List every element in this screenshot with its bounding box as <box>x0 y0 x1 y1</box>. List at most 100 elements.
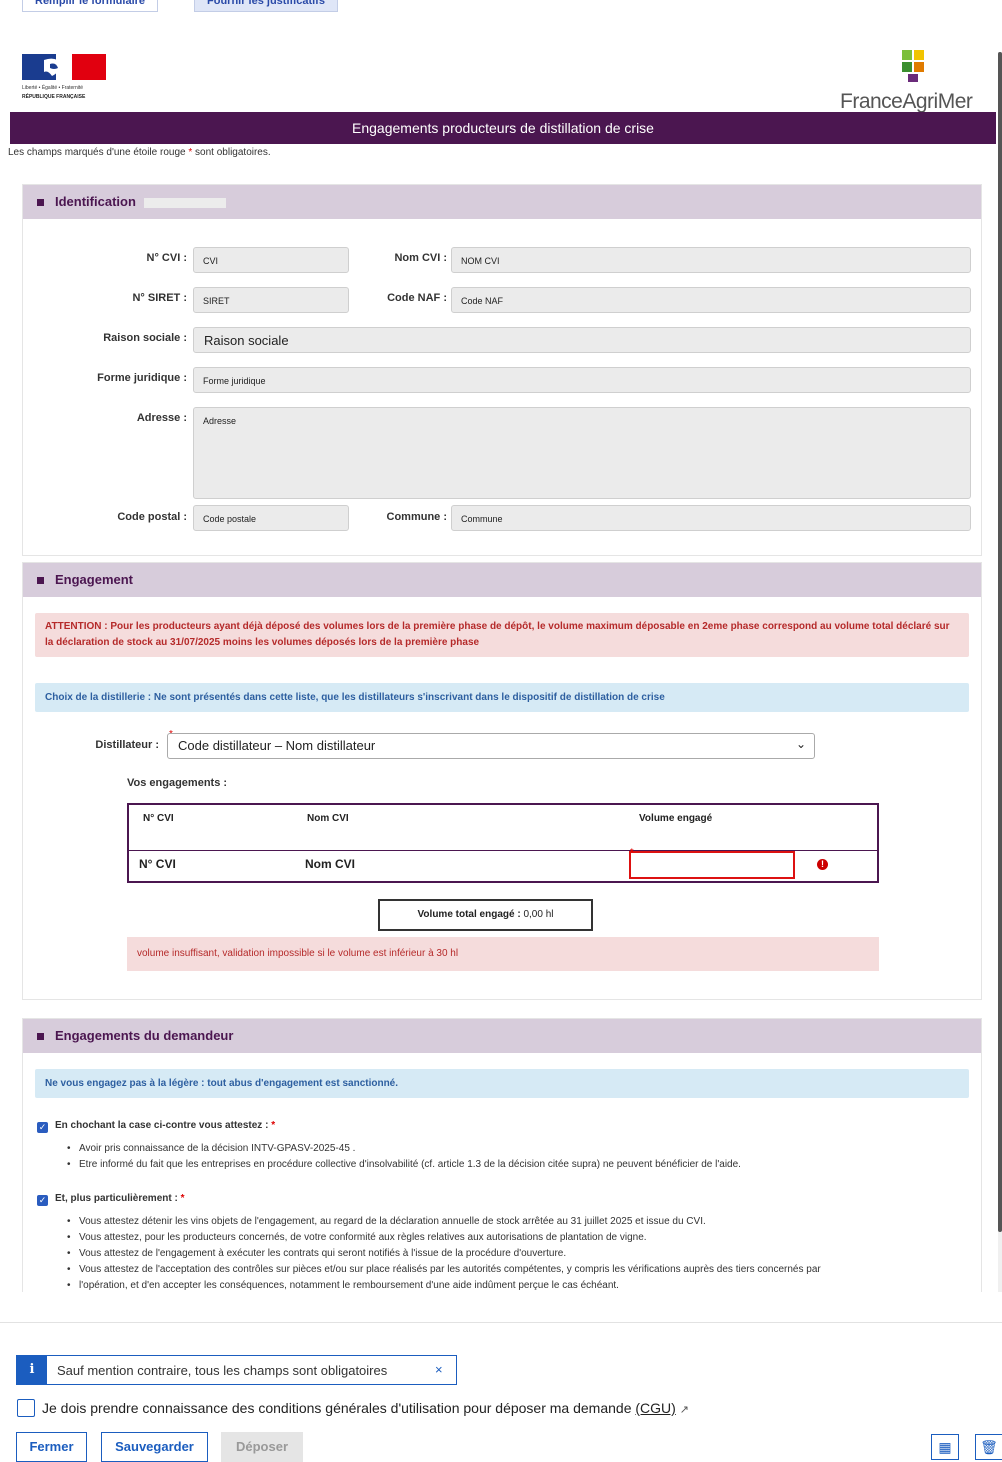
forme-juridique-label: Forme juridique : <box>97 372 187 384</box>
raison-sociale-label: Raison sociale : <box>103 332 187 344</box>
list-item: l'opération, et d'en accepter les conséq… <box>63 1278 821 1292</box>
row-nom-cvi: Nom CVI <box>305 857 356 871</box>
row-cvi: N° CVI <box>139 857 176 871</box>
siret-label: N° SIRET : <box>132 292 187 304</box>
nom-cvi-label: Nom CVI : <box>394 252 447 264</box>
tab-justificatifs[interactable]: Fournir les justificatifs <box>194 0 338 12</box>
cvi-field[interactable]: CVI <box>193 247 349 273</box>
distillateur-selected-value: Code distillateur – Nom distillateur <box>178 738 376 753</box>
form-scroll-area[interactable]: Liberté • Égalité • Fraternité RÉPUBLIQU… <box>0 12 1002 1292</box>
fermer-button[interactable]: Fermer <box>16 1432 87 1462</box>
attest-label-1-text: En chochant la case ci-contre vous attes… <box>55 1120 269 1131</box>
info-icon: i <box>17 1356 47 1384</box>
info-banner: i Sauf mention contraire, tous les champ… <box>16 1355 457 1385</box>
deposer-button[interactable]: Déposer <box>221 1432 303 1462</box>
list-item: Vous attestez, pour les producteurs conc… <box>63 1230 821 1246</box>
table-row: N° CVI Nom CVI * ! <box>129 847 877 881</box>
commune-label: Commune : <box>386 511 448 523</box>
logo-republique: RÉPUBLIQUE FRANÇAISE <box>22 94 86 100</box>
volume-total-label: Volume total engagé : <box>417 909 521 920</box>
siret-field[interactable]: SIRET <box>193 287 349 313</box>
adresse-label: Adresse : <box>136 412 187 424</box>
col-header-volume: Volume engagé <box>639 813 713 824</box>
external-link-icon: ↗ <box>679 1404 689 1416</box>
volume-required-star: * <box>630 847 634 857</box>
chevron-down-icon: ⌄ <box>795 737 806 751</box>
section-bullet-icon <box>37 577 44 584</box>
required-note-suffix: sont obligatoires. <box>195 147 271 158</box>
info-banner-text: Sauf mention contraire, tous les champs … <box>57 1363 388 1378</box>
volume-total-value: 0,00 hl <box>523 909 554 920</box>
cgu-label: Je dois prendre connaissance des conditi… <box>42 1400 689 1416</box>
commune-field[interactable]: Commune <box>451 505 971 531</box>
list-item: Vous attestez de l'acceptation des contr… <box>63 1262 821 1278</box>
attest-label-2-text: Et, plus particulièrement : <box>55 1193 178 1204</box>
required-star: * <box>271 1120 276 1131</box>
attest-label-2: Et, plus particulièrement : * <box>55 1193 185 1204</box>
required-fields-note: Les champs marqués d'une étoile rouge * … <box>8 147 271 158</box>
attest-checkbox-1[interactable]: ✓ <box>37 1122 48 1133</box>
franceagrimer-wordmark: FranceAgriMer <box>840 90 973 113</box>
logo-devise: Liberté • Égalité • Fraternité <box>22 85 84 91</box>
franceagrimer-logo: FranceAgriMer <box>836 48 976 118</box>
vertical-scrollbar[interactable] <box>998 52 1002 1292</box>
vos-engagements-label: Vos engagements : <box>127 777 228 789</box>
engagement-warning: Ne vous engagez pas à la légère : tout a… <box>35 1069 969 1098</box>
list-item: Vous attestez de l'engagement à exécuter… <box>63 1246 821 1262</box>
error-icon: ! <box>817 859 828 870</box>
close-icon[interactable]: × <box>435 1362 443 1377</box>
volume-total-box: Volume total engagé : 0,00 hl <box>378 899 593 931</box>
identification-section: Identification N° CVI : CVI Nom CVI : NO… <box>22 184 982 556</box>
demandeur-title: Engagements du demandeur <box>55 1028 234 1043</box>
code-postal-field[interactable]: Code postale <box>193 505 349 531</box>
cgu-label-text: Je dois prendre connaissance des conditi… <box>42 1400 632 1416</box>
insufficient-volume-alert: volume insuffisant, validation impossibl… <box>127 937 879 971</box>
forme-juridique-field[interactable]: Forme juridique <box>193 367 971 393</box>
footer-divider <box>0 1322 1002 1323</box>
volume-engage-input[interactable] <box>629 851 795 879</box>
col-header-nom: Nom CVI <box>307 813 349 824</box>
required-note-text: Les champs marqués d'une étoile rouge <box>8 147 186 158</box>
demandeur-heading: Engagements du demandeur <box>23 1019 981 1053</box>
adresse-field[interactable]: Adresse <box>193 407 971 499</box>
attention-alert: ATTENTION : Pour les producteurs ayant d… <box>35 613 969 657</box>
demandeur-section: Engagements du demandeur Ne vous engagez… <box>22 1018 982 1292</box>
identification-hidden-value <box>143 197 226 208</box>
section-bullet-icon <box>37 199 44 206</box>
scrollbar-thumb[interactable] <box>998 52 1002 1232</box>
sauvegarder-button[interactable]: Sauvegarder <box>101 1432 208 1462</box>
attest-label-1: En chochant la case ci-contre vous attes… <box>55 1120 275 1131</box>
cvi-label: N° CVI : <box>146 252 187 264</box>
qr-code-icon[interactable]: ▦ <box>931 1434 959 1460</box>
cgu-link[interactable]: (CGU) <box>635 1400 675 1416</box>
list-item: Etre informé du fait que les entreprises… <box>63 1157 741 1173</box>
identification-title: Identification <box>55 194 136 209</box>
list-item: Vous attestez détenir les vins objets de… <box>63 1214 821 1230</box>
code-naf-field[interactable]: Code NAF <box>451 287 971 313</box>
required-star: * <box>188 147 193 158</box>
trash-icon[interactable]: 🗑 <box>975 1434 1002 1460</box>
distillery-info: Choix de la distillerie : Ne sont présen… <box>35 683 969 712</box>
nom-cvi-field[interactable]: NOM CVI <box>451 247 971 273</box>
attest-list-1: Avoir pris connaissance de la décision I… <box>63 1141 741 1173</box>
distillateur-label: Distillateur : <box>95 739 159 751</box>
engagement-section: Engagement ATTENTION : Pour les producte… <box>22 562 982 1000</box>
engagement-heading: Engagement <box>23 563 981 597</box>
cgu-checkbox[interactable] <box>17 1399 35 1417</box>
engagements-table: N° CVI Nom CVI Volume engagé N° CVI Nom … <box>127 803 879 883</box>
attest-list-2: Vous attestez détenir les vins objets de… <box>63 1214 821 1292</box>
code-naf-label: Code NAF : <box>387 292 447 304</box>
table-header-row: N° CVI Nom CVI Volume engagé <box>129 805 877 851</box>
required-star: * <box>180 1193 185 1204</box>
distillateur-select[interactable]: Code distillateur – Nom distillateur ⌄ <box>167 733 815 759</box>
page-title: Engagements producteurs de distillation … <box>10 112 996 144</box>
identification-heading: Identification <box>23 185 981 219</box>
attest-checkbox-2[interactable]: ✓ <box>37 1195 48 1206</box>
tab-remplir[interactable]: Remplir le formulaire <box>22 0 159 12</box>
section-bullet-icon <box>37 1033 44 1040</box>
list-item: Avoir pris connaissance de la décision I… <box>63 1141 741 1157</box>
top-tabs: Remplir le formulaire Fournir les justif… <box>0 0 1002 12</box>
code-postal-label: Code postal : <box>117 511 187 523</box>
raison-sociale-field[interactable]: Raison sociale <box>193 327 971 353</box>
col-header-cvi: N° CVI <box>143 813 174 824</box>
